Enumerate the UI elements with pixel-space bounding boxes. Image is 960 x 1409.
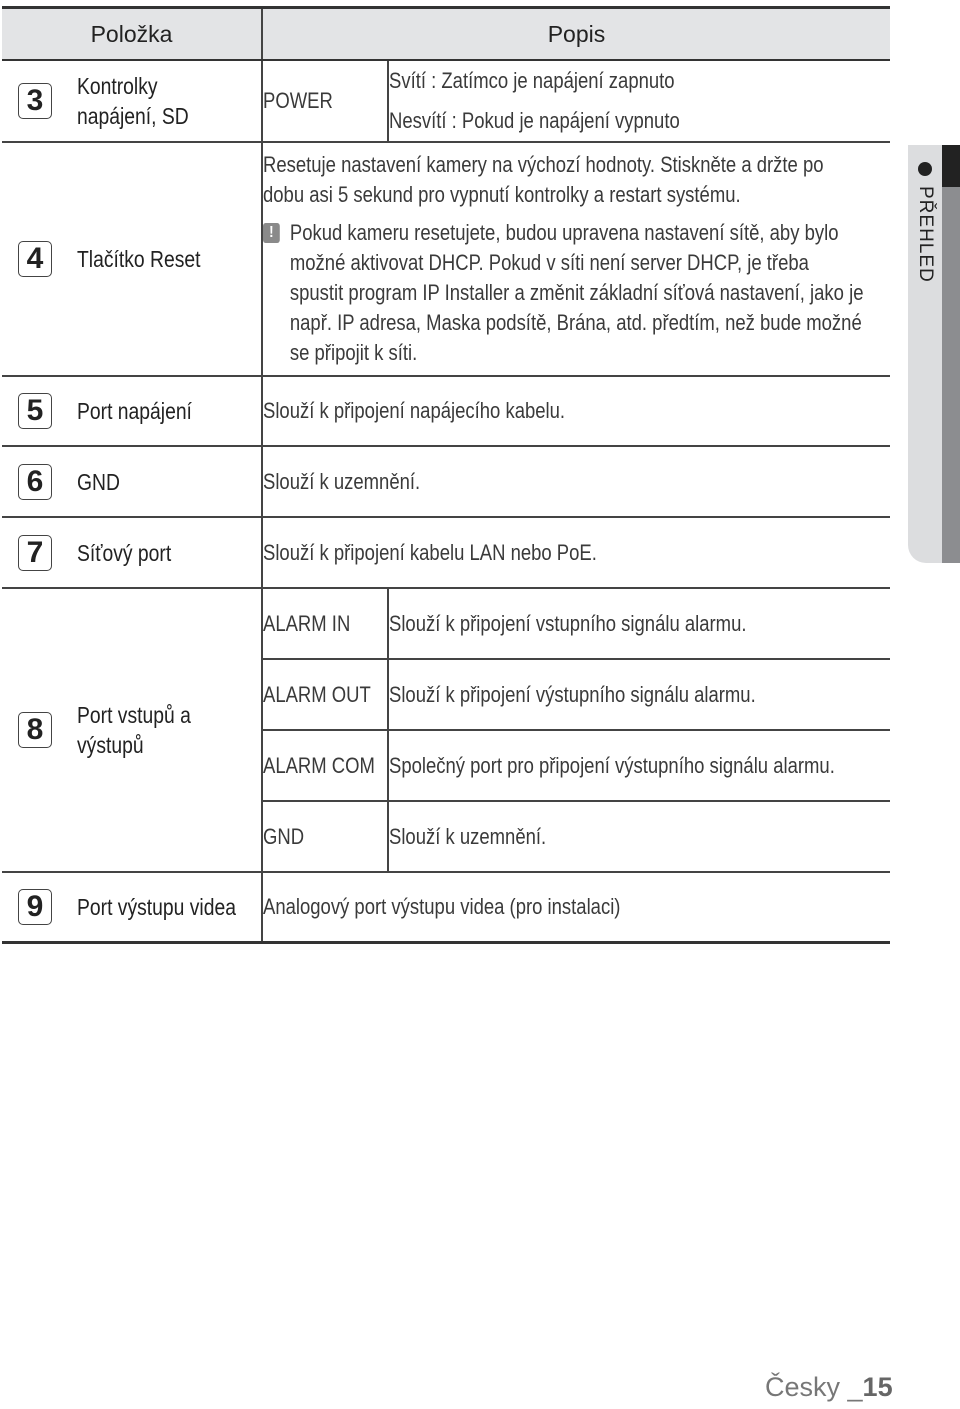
item-label: Port výstupu videa [77, 893, 236, 920]
item-description: Slouží k uzemnění. [262, 446, 890, 518]
item-description: Slouží k připojení kabelu LAN nebo PoE. [262, 517, 890, 589]
note: ! Pokud kameru resetujete, budou upraven… [263, 218, 864, 368]
footer-language: Česky _ [765, 1372, 863, 1402]
item-description: Analogový port výstupu videa (pro instal… [262, 872, 890, 944]
section-tab-strip [942, 145, 960, 563]
table-row: 6 GND Slouží k uzemnění. [2, 446, 890, 518]
section-tab-label: PŘEHLED [915, 186, 936, 283]
table-header-row: Položka Popis [2, 6, 890, 61]
sub-item-description: Slouží k uzemnění. [388, 801, 890, 873]
item-number-badge: 7 [18, 534, 52, 571]
header-description: Popis [262, 6, 890, 61]
item-number-badge: 9 [18, 888, 52, 925]
item-label: Kontrolky napájení, SD [77, 73, 189, 129]
item-description: Slouží k připojení napájecího kabelu. [262, 376, 890, 447]
table-row: 9 Port výstupu videa Analogový port výst… [2, 872, 890, 944]
sub-item-name: ALARM IN [262, 588, 389, 660]
bullet-dot-icon [918, 162, 932, 176]
item-number-badge: 8 [18, 712, 52, 748]
table-row: 8 Port vstupů a výstupů ALARM IN Slouží … [2, 588, 890, 873]
sub-item-name: GND [262, 801, 389, 873]
warning-icon: ! [263, 223, 280, 243]
section-tab-marker [942, 145, 960, 187]
item-label: GND [77, 468, 120, 495]
table-row: 7 Síťový port Slouží k připojení kabelu … [2, 517, 890, 589]
item-label: Síťový port [77, 539, 172, 566]
sub-item-name: POWER [262, 60, 389, 143]
table-row: 3 Kontrolky napájení, SD POWER Svítí : Z… [2, 60, 890, 143]
page-number: 15 [862, 1372, 893, 1402]
spec-table: Položka Popis 3 Kontrolky napájení, SD P… [2, 6, 890, 944]
sub-item-description: Slouží k připojení výstupního signálu al… [388, 659, 890, 731]
table-row: 5 Port napájení Slouží k připojení napáj… [2, 376, 890, 447]
sub-item-description: Svítí : Zatímco je napájení zapnuto Nesv… [388, 60, 890, 143]
page-footer: Česky _15 [765, 1372, 893, 1403]
sub-item-description: Slouží k připojení vstupního signálu ala… [388, 588, 890, 660]
table-row: 4 Tlačítko Reset Resetuje nastavení kame… [2, 142, 890, 377]
sub-item-name: ALARM COM [262, 730, 389, 802]
header-item: Položka [2, 6, 263, 61]
item-label: Port vstupů a výstupů [77, 702, 191, 758]
item-number-badge: 3 [18, 83, 52, 119]
item-label: Port napájení [77, 398, 192, 424]
sub-item-name: ALARM OUT [262, 659, 389, 731]
item-number-badge: 6 [18, 463, 52, 500]
item-label: Tlačítko Reset [77, 246, 201, 272]
item-number-badge: 5 [18, 393, 52, 429]
item-description: Resetuje nastavení kamery na výchozí hod… [262, 142, 890, 377]
item-number-badge: 4 [18, 241, 52, 277]
sub-item-description: Společný port pro připojení výstupního s… [388, 730, 890, 802]
